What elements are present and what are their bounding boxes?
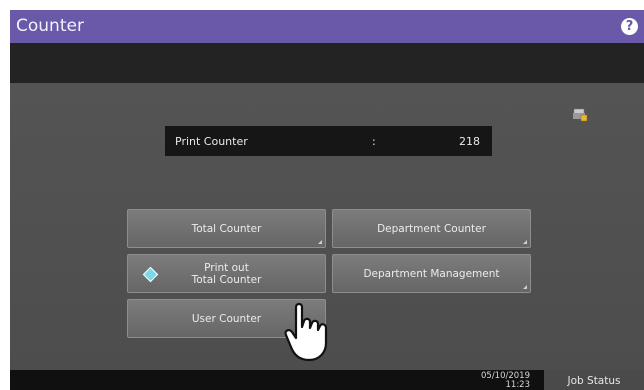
print-out-line2: Total Counter: [191, 273, 262, 286]
submenu-indicator-icon: [318, 240, 322, 244]
date-time-display: 05/10/2019 11:23: [460, 372, 530, 390]
print-out-total-counter-button[interactable]: Print out Total Counter: [127, 254, 326, 293]
print-counter-separator: :: [372, 135, 376, 148]
page-title: Counter: [16, 16, 84, 36]
department-management-button[interactable]: Department Management: [332, 254, 531, 293]
main-panel: Print Counter : 218 Total Counter Depart…: [10, 83, 644, 370]
print-counter-display: Print Counter : 218: [165, 126, 492, 156]
print-action-icon: [142, 266, 159, 283]
print-counter-label: Print Counter: [175, 135, 248, 148]
print-counter-value: 218: [459, 135, 480, 148]
title-bar: Counter ?: [10, 10, 644, 43]
department-management-label: Department Management: [363, 267, 500, 280]
department-counter-label: Department Counter: [377, 222, 486, 235]
submenu-indicator-icon: [523, 240, 527, 244]
device-status-icon: [573, 108, 588, 122]
toolbar: [10, 43, 644, 83]
total-counter-label: Total Counter: [191, 222, 262, 235]
job-status-button[interactable]: Job Status: [544, 370, 644, 390]
total-counter-button[interactable]: Total Counter: [127, 209, 326, 248]
status-bar: 05/10/2019 11:23 Job Status: [10, 370, 644, 390]
user-counter-label: User Counter: [191, 312, 262, 325]
print-out-line1: Print out: [204, 261, 249, 274]
submenu-indicator-icon: [523, 285, 527, 289]
department-counter-button[interactable]: Department Counter: [332, 209, 531, 248]
time-text: 11:23: [505, 380, 531, 390]
device-screen: Counter ? Print Counter : 218 Total Coun…: [10, 10, 644, 390]
help-icon[interactable]: ?: [621, 18, 638, 35]
pointing-hand-icon: [284, 302, 328, 362]
print-out-total-counter-label: Print out Total Counter: [192, 262, 262, 286]
